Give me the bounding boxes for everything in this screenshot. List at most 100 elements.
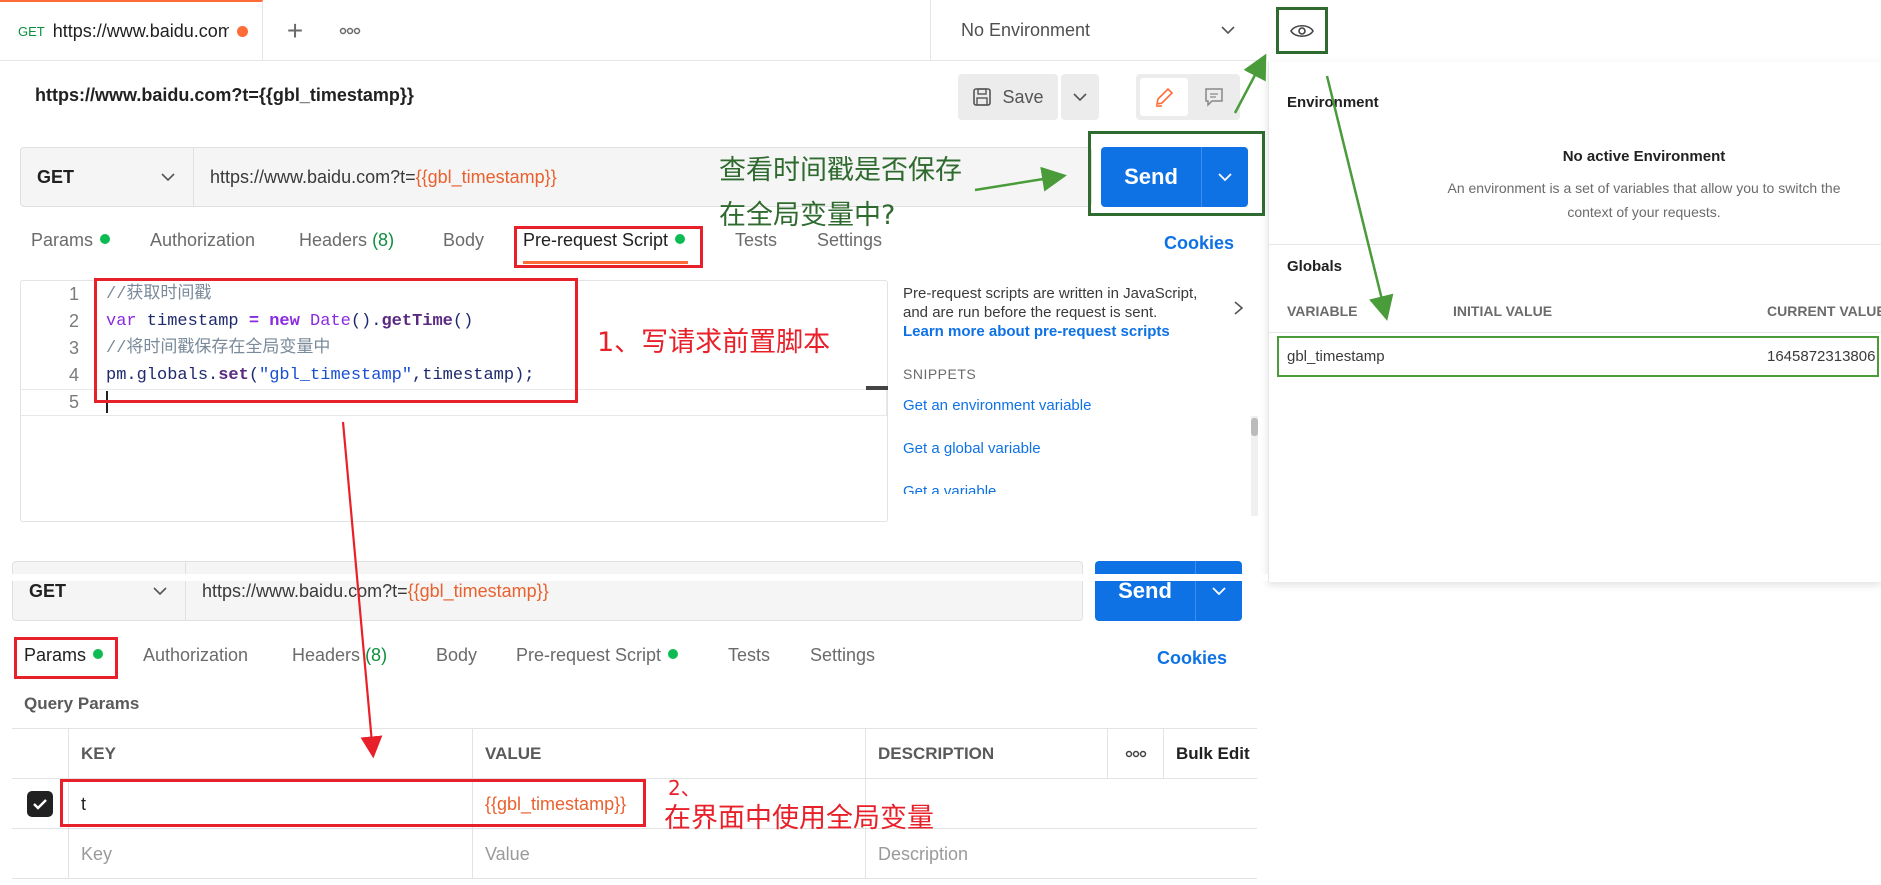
- annotation-step1: 1、写请求前置脚本: [597, 327, 831, 358]
- environment-quick-look-panel: Environment No active Environment An env…: [1268, 62, 1881, 582]
- request-name[interactable]: https://www.baidu.com?t={{gbl_timestamp}…: [35, 85, 414, 106]
- save-options-button[interactable]: [1061, 74, 1099, 120]
- comment-icon: [1205, 88, 1223, 107]
- new-tab-button[interactable]: +: [278, 14, 312, 48]
- column-variable: VARIABLE: [1287, 303, 1358, 319]
- edit-button[interactable]: [1140, 78, 1188, 116]
- snippet-item[interactable]: Get a variable: [903, 482, 1243, 494]
- lower-tab-authorization[interactable]: Authorization: [143, 645, 248, 666]
- snippet-item[interactable]: Get an environment variable: [903, 396, 1243, 415]
- tab-headers-label: Headers: [299, 230, 368, 250]
- lower-send-options-button[interactable]: [1196, 561, 1242, 621]
- lower-request-tabs: Params Authorization Headers (8) Body Pr…: [0, 645, 1240, 675]
- help-description: Pre-request scripts are written in JavaS…: [903, 285, 1198, 321]
- lower-url-variable: {{gbl_timestamp}}: [407, 580, 549, 601]
- method-label: GET: [37, 166, 75, 187]
- snippets-heading: SNIPPETS: [903, 366, 977, 382]
- no-environment-description-1: An environment is a set of variables tha…: [1447, 180, 1841, 196]
- column-key: KEY: [68, 729, 472, 779]
- save-button[interactable]: Save: [958, 74, 1058, 120]
- tab-headers[interactable]: Headers (8): [299, 230, 394, 251]
- lower-send-button[interactable]: Send: [1095, 561, 1195, 621]
- chevron-right-icon[interactable]: [1232, 300, 1246, 316]
- unsaved-dot-icon: [237, 26, 248, 37]
- save-icon: [973, 88, 992, 106]
- lower-url-input[interactable]: https://www.baidu.com?t={{gbl_timestamp}…: [186, 581, 549, 602]
- line-number: 2: [68, 311, 79, 331]
- save-label: Save: [1002, 86, 1044, 107]
- lower-tab-body[interactable]: Body: [436, 645, 477, 666]
- environment-select[interactable]: No Environment: [930, 0, 1265, 61]
- chevron-down-icon: [161, 172, 175, 181]
- lower-method-label: GET: [29, 580, 67, 601]
- globals-heading: Globals: [1287, 258, 1343, 275]
- more-tabs-button[interactable]: [330, 14, 370, 48]
- no-active-environment-title: No active Environment: [1562, 148, 1726, 165]
- chevron-down-icon: [1221, 26, 1235, 35]
- chevron-down-icon: [1073, 92, 1087, 101]
- active-dot-icon: [668, 649, 679, 659]
- more-dots-icon: [339, 27, 361, 35]
- headers-count: (8): [365, 645, 388, 665]
- new-description-input[interactable]: Description: [865, 829, 1257, 879]
- query-params-title: Query Params: [24, 694, 140, 713]
- annotation-step2-text: 在界面中使用全局变量: [664, 803, 934, 834]
- tab-body[interactable]: Body: [443, 230, 484, 251]
- column-description: DESCRIPTION: [865, 729, 1107, 779]
- lower-tab-settings[interactable]: Settings: [810, 645, 875, 666]
- annotation-box-param-row: [60, 779, 646, 827]
- table-divider: [1269, 332, 1881, 333]
- environment-heading: Environment: [1287, 94, 1379, 111]
- global-variable-name: gbl_timestamp: [1287, 348, 1385, 365]
- lower-tab-headers-label: Headers: [292, 645, 361, 665]
- tab-params-label: Params: [31, 230, 94, 250]
- annotation-box-script: [94, 278, 578, 403]
- url-variable-text: {{gbl_timestamp}}: [415, 166, 557, 187]
- column-current-value: CURRENT VALUE: [1767, 303, 1881, 319]
- section-divider: [1269, 244, 1881, 245]
- active-dot-icon: [100, 234, 111, 244]
- snippet-item[interactable]: Get a global variable: [903, 439, 1243, 458]
- tab-title: https://www.baidu.com: [52, 21, 230, 41]
- help-scrollbar-thumb[interactable]: [1251, 418, 1258, 436]
- cookies-link[interactable]: Cookies: [1164, 233, 1234, 254]
- line-number: 4: [68, 365, 79, 385]
- annotation-question-line2: 在全局变量中?: [719, 200, 896, 231]
- tab-authorization[interactable]: Authorization: [150, 230, 255, 251]
- new-key-input[interactable]: Key: [68, 829, 472, 879]
- annotation-question-line1: 查看时间戳是否保存: [719, 155, 962, 186]
- column-options-button[interactable]: [1107, 729, 1163, 779]
- table-row-placeholder: Key Value Description: [12, 829, 1257, 879]
- chevron-down-icon: [153, 586, 167, 595]
- environment-quick-look-button[interactable]: [1276, 7, 1328, 54]
- tab-method: GET: [18, 24, 45, 39]
- tab-tests[interactable]: Tests: [735, 230, 777, 251]
- line-number: 1: [68, 284, 79, 304]
- tab-params[interactable]: Params: [31, 230, 111, 251]
- global-current-value: 1645872313806: [1767, 348, 1876, 365]
- url-base-text: https://www.baidu.com?t=: [210, 166, 416, 187]
- editor-overview-ruler: [866, 386, 888, 390]
- bulk-edit-button[interactable]: Bulk Edit: [1163, 729, 1257, 779]
- lower-tab-pre-request-script[interactable]: Pre-request Script: [516, 645, 679, 666]
- annotation-box-pre-request-tab: [514, 226, 703, 268]
- pencil-icon: [1155, 87, 1174, 107]
- lower-method-select[interactable]: GET: [13, 562, 186, 620]
- request-tab[interactable]: GET https://www.baidu.com: [0, 0, 263, 61]
- method-select[interactable]: GET: [21, 148, 194, 206]
- global-variable-row[interactable]: gbl_timestamp 1645872313806: [1277, 336, 1879, 377]
- view-mode-toggle: [1136, 74, 1240, 120]
- lower-url-bar: GET https://www.baidu.com?t={{gbl_timest…: [12, 561, 1083, 621]
- lower-tab-headers[interactable]: Headers (8): [292, 645, 387, 666]
- lower-top-mask: [0, 574, 1268, 581]
- url-input[interactable]: https://www.baidu.com?t={{gbl_timestamp}…: [194, 167, 557, 188]
- lower-send-button-group: Send: [1095, 561, 1242, 621]
- more-dots-icon: [1125, 750, 1146, 758]
- lower-tab-tests[interactable]: Tests: [728, 645, 770, 666]
- tab-settings[interactable]: Settings: [817, 230, 882, 251]
- new-value-input[interactable]: Value: [472, 829, 865, 879]
- comments-button[interactable]: [1190, 78, 1238, 116]
- lower-cookies-link[interactable]: Cookies: [1157, 648, 1227, 669]
- lower-url-base: https://www.baidu.com?t=: [202, 580, 408, 601]
- learn-more-link[interactable]: Learn more about pre-request scripts: [903, 322, 1243, 341]
